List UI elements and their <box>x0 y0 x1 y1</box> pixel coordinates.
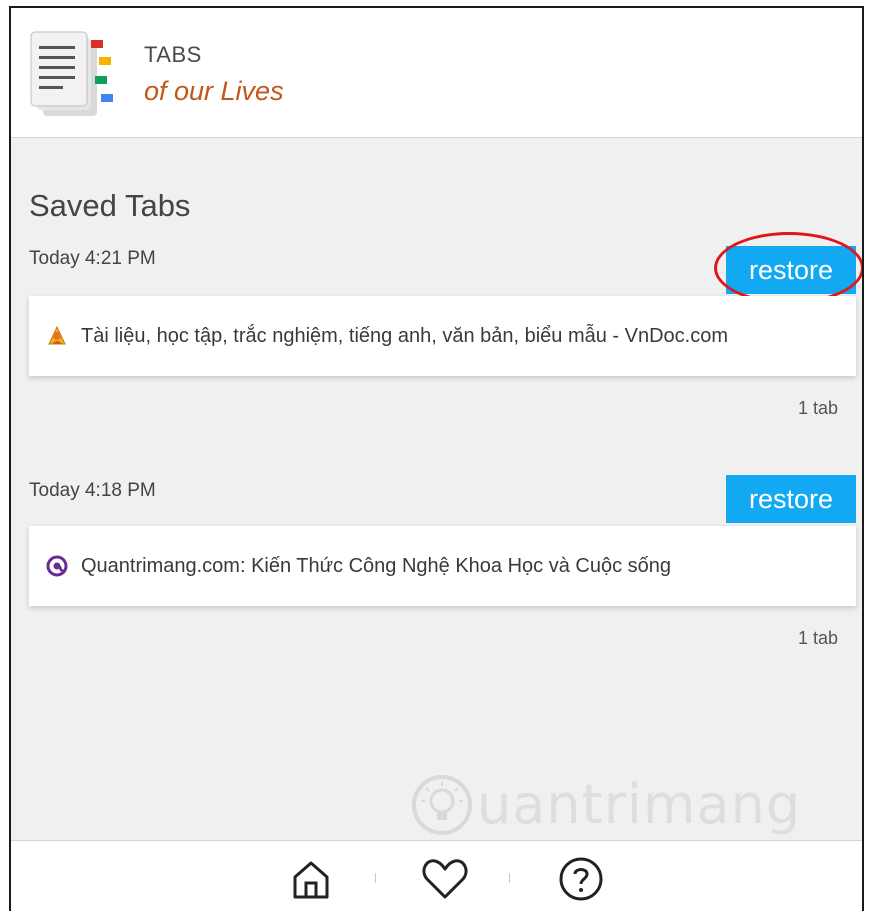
nav-separator <box>375 873 376 883</box>
session-time: Today 4:21 PM <box>29 248 156 269</box>
extension-popup: TABS of our Lives Saved Tabs Today 4:21 … <box>9 6 864 911</box>
nav-separator <box>509 873 510 883</box>
saved-tabs-heading: Saved Tabs <box>29 188 191 223</box>
saved-session: Today 4:18 PM restore Quantrimang.com: K… <box>11 475 862 660</box>
tabs-logo-icon <box>30 31 113 116</box>
bottom-nav <box>11 840 862 911</box>
watermark: uantrimang <box>411 773 801 836</box>
watermark-text: uantrimang <box>477 773 802 836</box>
app-header: TABS of our Lives <box>11 8 862 138</box>
help-button[interactable] <box>553 851 609 907</box>
heart-icon <box>422 859 468 899</box>
tab-title: Tài liệu, học tập, trắc nghiệm, tiếng an… <box>81 324 729 347</box>
quantrimang-favicon-icon <box>46 555 68 577</box>
app-title: TABS <box>144 42 202 67</box>
session-time: Today 4:18 PM <box>29 480 156 501</box>
saved-session: Today 4:21 PM restore Tài liệu, học tập,… <box>11 232 862 428</box>
app-subtitle: of our Lives <box>144 76 284 106</box>
home-button[interactable] <box>283 851 339 907</box>
favorites-button[interactable] <box>417 851 473 907</box>
restore-button[interactable]: restore <box>726 475 856 523</box>
help-icon <box>559 857 603 901</box>
tab-count: 1 tab <box>797 628 838 648</box>
vndoc-favicon-icon <box>48 325 66 345</box>
home-icon <box>293 861 329 899</box>
tab-count: 1 tab <box>797 398 838 418</box>
restore-button[interactable]: restore <box>726 246 856 294</box>
tab-title: Quantrimang.com: Kiến Thức Công Nghệ Kho… <box>81 554 671 577</box>
saved-tab-item[interactable]: Tài liệu, học tập, trắc nghiệm, tiếng an… <box>29 296 856 376</box>
saved-tab-item[interactable]: Quantrimang.com: Kiến Thức Công Nghệ Kho… <box>29 526 856 606</box>
lightbulb-icon <box>412 774 472 835</box>
